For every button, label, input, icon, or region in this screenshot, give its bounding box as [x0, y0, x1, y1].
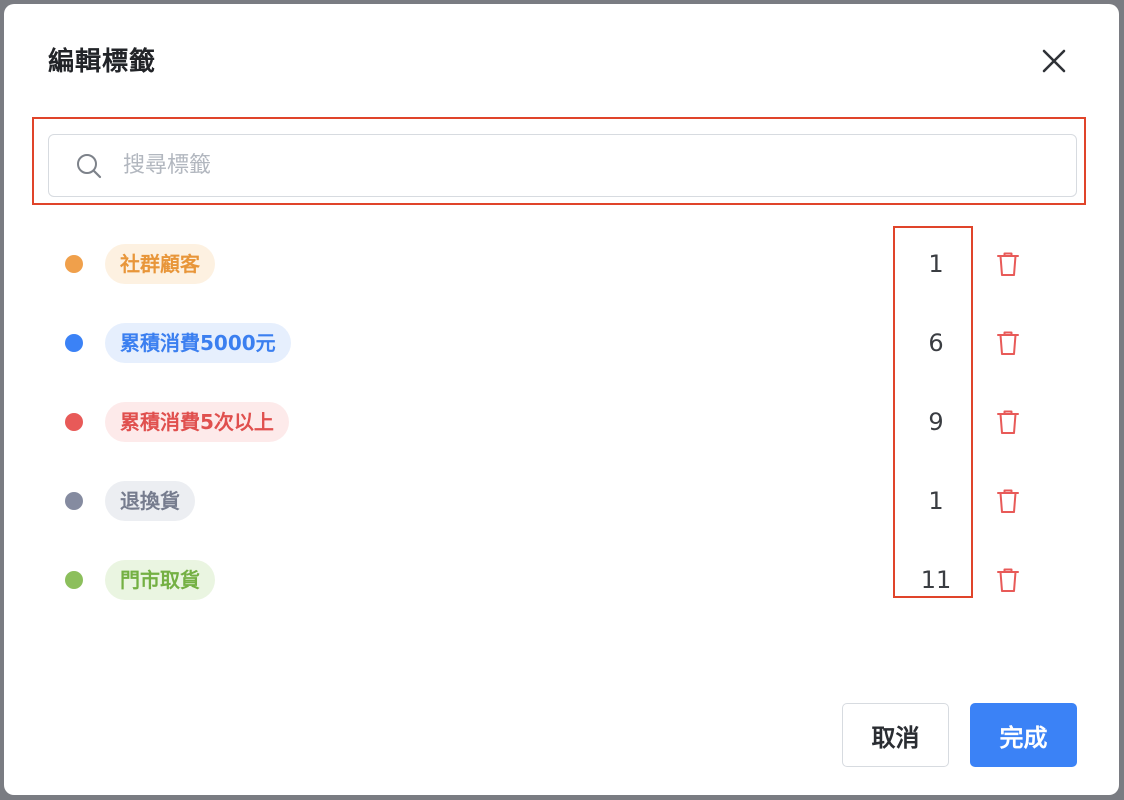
close-button[interactable] — [1034, 41, 1074, 81]
tag-label[interactable]: 累積消費5000元 — [105, 323, 291, 363]
trash-icon — [996, 488, 1020, 514]
tag-color-dot — [65, 413, 83, 431]
delete-tag-button[interactable] — [992, 327, 1024, 359]
dialog-title: 編輯標籤 — [48, 47, 157, 77]
done-button[interactable]: 完成 — [970, 703, 1077, 767]
delete-tag-button[interactable] — [992, 406, 1024, 438]
trash-icon — [996, 567, 1020, 593]
delete-tag-button[interactable] — [992, 564, 1024, 596]
tag-label[interactable]: 門市取貨 — [105, 560, 215, 600]
tag-label[interactable]: 退換貨 — [105, 481, 195, 521]
delete-tag-button[interactable] — [992, 485, 1024, 517]
delete-tag-button[interactable] — [992, 248, 1024, 280]
trash-icon — [996, 330, 1020, 356]
close-icon — [1041, 48, 1067, 74]
tag-color-dot — [65, 492, 83, 510]
cancel-button[interactable]: 取消 — [842, 703, 949, 767]
tag-color-dot — [65, 334, 83, 352]
trash-icon — [996, 251, 1020, 277]
count-highlight-box — [893, 226, 973, 598]
tag-label[interactable]: 社群顧客 — [105, 244, 215, 284]
tag-label[interactable]: 累積消費5次以上 — [105, 402, 289, 442]
search-highlight-box — [32, 117, 1086, 205]
tag-color-dot — [65, 571, 83, 589]
trash-icon — [996, 409, 1020, 435]
tag-color-dot — [65, 255, 83, 273]
